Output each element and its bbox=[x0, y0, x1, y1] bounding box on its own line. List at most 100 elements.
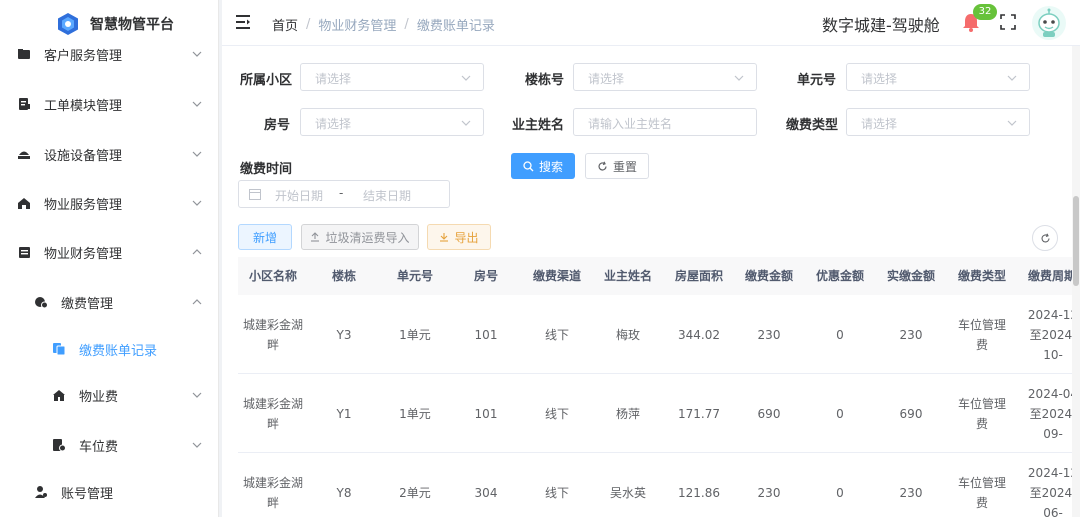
sidebar-item-facility[interactable]: 设施设备管理 bbox=[0, 134, 218, 174]
table-row[interactable]: 城建彩金湖畔 Y8 2单元 304 线下 吴水英 121.86 230 0 23… bbox=[238, 453, 1080, 517]
owner-name-input[interactable]: 请输入业主姓名 bbox=[573, 108, 757, 136]
table-row[interactable]: 城建彩金湖畔 Y1 1单元 101 线下 杨萍 171.77 690 0 690… bbox=[238, 374, 1080, 453]
cell-paid: 690 bbox=[899, 406, 923, 421]
add-button[interactable]: 新增 bbox=[238, 224, 292, 250]
sidebar-item-property-service[interactable]: 物业服务管理 bbox=[0, 183, 218, 223]
room-select[interactable]: 请选择 bbox=[300, 108, 484, 136]
table-row[interactable]: 城建彩金湖畔 Y3 1单元 101 线下 梅玫 344.02 230 0 230… bbox=[238, 295, 1080, 374]
unit-placeholder: 请选择 bbox=[861, 72, 898, 86]
bill-record-icon bbox=[51, 341, 67, 357]
property-service-icon bbox=[16, 195, 32, 211]
cell-amount: 230 bbox=[757, 485, 781, 500]
notification-badge: 32 bbox=[973, 4, 997, 20]
sidebar-item-parking-fee[interactable]: 车位费 bbox=[0, 425, 218, 465]
avatar[interactable] bbox=[1032, 6, 1066, 40]
column-header: 业主姓名 bbox=[603, 269, 652, 283]
community-label: 所属小区 bbox=[240, 73, 293, 88]
fee-type-select[interactable]: 请选择 bbox=[846, 108, 1030, 136]
sidebar-item-label: 账号管理 bbox=[61, 486, 114, 502]
sidebar-item-label: 客户服务管理 bbox=[44, 48, 123, 64]
cell-fee-type: 车位管理费 bbox=[957, 475, 1006, 510]
breadcrumb-home[interactable]: 首页 bbox=[272, 15, 298, 34]
chevron-down-icon bbox=[192, 392, 202, 398]
brand: 智慧物管平台 bbox=[56, 12, 174, 36]
owner-placeholder: 请输入业主姓名 bbox=[588, 117, 673, 131]
chevron-down-icon bbox=[192, 51, 202, 57]
community-select[interactable]: 请选择 bbox=[300, 63, 484, 91]
reset-button[interactable]: 重置 bbox=[585, 153, 649, 179]
calendar-icon bbox=[249, 189, 261, 200]
breadcrumb-separator: / bbox=[404, 17, 409, 32]
cell-unit: 1单元 bbox=[399, 327, 431, 342]
search-button[interactable]: 搜索 bbox=[511, 153, 575, 179]
column-header: 楼栋 bbox=[331, 269, 356, 283]
chevron-down-icon bbox=[192, 151, 202, 157]
import-garbage-fee-button[interactable]: 垃圾清运费导入 bbox=[301, 224, 419, 250]
cell-building: Y1 bbox=[336, 406, 352, 421]
cell-building: Y3 bbox=[336, 327, 352, 342]
pay-time-label: 缴费时间 bbox=[240, 162, 293, 177]
cell-room: 304 bbox=[474, 485, 498, 500]
chevron-down-icon bbox=[461, 120, 471, 126]
cell-paid: 230 bbox=[899, 327, 923, 342]
sidebar-item-bill-record[interactable]: 缴费账单记录 bbox=[0, 329, 218, 369]
sidebar-item-label: 物业费 bbox=[79, 389, 119, 405]
sidebar-item-payment[interactable]: 缴费管理 bbox=[0, 282, 218, 322]
chevron-up-icon bbox=[192, 249, 202, 255]
pay-time-date-range[interactable]: 开始日期 - 结束日期 bbox=[238, 180, 450, 208]
finance-icon bbox=[16, 244, 32, 260]
parking-icon bbox=[51, 437, 67, 453]
sidebar-item-label: 缴费账单记录 bbox=[79, 343, 158, 359]
cell-room: 101 bbox=[474, 406, 498, 421]
sidebar-item-finance[interactable]: 物业财务管理 bbox=[0, 232, 218, 272]
breadcrumb-current: 缴费账单记录 bbox=[416, 19, 495, 34]
start-date-placeholder: 开始日期 bbox=[275, 189, 324, 203]
sidebar-item-label: 物业财务管理 bbox=[44, 246, 123, 262]
refresh-table-button[interactable] bbox=[1032, 225, 1058, 251]
sidebar-item-label: 设施设备管理 bbox=[44, 148, 123, 164]
account-icon bbox=[33, 484, 49, 500]
sidebar-item-customer-service[interactable]: 客户服务管理 bbox=[0, 34, 218, 74]
cell-owner: 梅玫 bbox=[615, 327, 640, 342]
chevron-down-icon bbox=[1007, 120, 1017, 126]
robot-avatar-icon bbox=[1033, 7, 1065, 39]
vertical-scrollbar[interactable] bbox=[1072, 46, 1080, 517]
cell-channel: 线下 bbox=[544, 327, 569, 342]
cockpit-link[interactable]: 数字城建-驾驶舱 bbox=[822, 12, 940, 36]
column-header: 单元号 bbox=[396, 269, 433, 283]
community-placeholder: 请选择 bbox=[315, 72, 352, 86]
building-select[interactable]: 请选择 bbox=[573, 63, 757, 91]
room-label: 房号 bbox=[264, 118, 291, 133]
cell-community: 城建彩金湖畔 bbox=[242, 317, 303, 352]
download-icon bbox=[440, 233, 449, 242]
cell-area: 344.02 bbox=[678, 327, 720, 342]
column-header: 实缴金额 bbox=[886, 269, 935, 283]
table-header: 小区名称 楼栋 单元号 房号 缴费渠道 业主姓名 房屋面积 缴费金额 优惠金额 … bbox=[238, 257, 1080, 295]
chevron-down-icon bbox=[192, 442, 202, 448]
column-header: 房号 bbox=[473, 269, 498, 283]
end-date-placeholder: 结束日期 bbox=[363, 189, 412, 203]
refresh-icon bbox=[598, 161, 607, 170]
cell-channel: 线下 bbox=[544, 485, 569, 500]
sidebar-item-account[interactable]: 账号管理 bbox=[0, 472, 218, 512]
chevron-up-icon bbox=[192, 299, 202, 305]
sidebar-item-property-fee[interactable]: 物业费 bbox=[0, 375, 218, 415]
unit-select[interactable]: 请选择 bbox=[846, 63, 1030, 91]
cell-channel: 线下 bbox=[544, 406, 569, 421]
menu-toggle-icon[interactable] bbox=[236, 15, 252, 29]
sidebar-item-work-order[interactable]: 工单模块管理 bbox=[0, 84, 218, 124]
sidebar-item-label: 物业服务管理 bbox=[44, 197, 123, 213]
fullscreen-icon[interactable] bbox=[1000, 14, 1016, 30]
refresh-icon bbox=[1040, 233, 1050, 242]
cell-community: 城建彩金湖畔 bbox=[242, 475, 303, 510]
customer-service-icon bbox=[16, 46, 32, 62]
cell-fee-type: 车位管理费 bbox=[957, 396, 1006, 431]
payment-icon bbox=[33, 294, 49, 310]
export-button-label: 导出 bbox=[454, 230, 479, 245]
export-button[interactable]: 导出 bbox=[427, 224, 491, 250]
app-name: 智慧物管平台 bbox=[90, 17, 174, 33]
breadcrumb: 首页 / 物业财务管理 / 缴费账单记录 bbox=[272, 15, 495, 34]
cell-unit: 1单元 bbox=[399, 406, 431, 421]
search-icon bbox=[523, 160, 534, 171]
column-header: 缴费类型 bbox=[957, 269, 1006, 283]
